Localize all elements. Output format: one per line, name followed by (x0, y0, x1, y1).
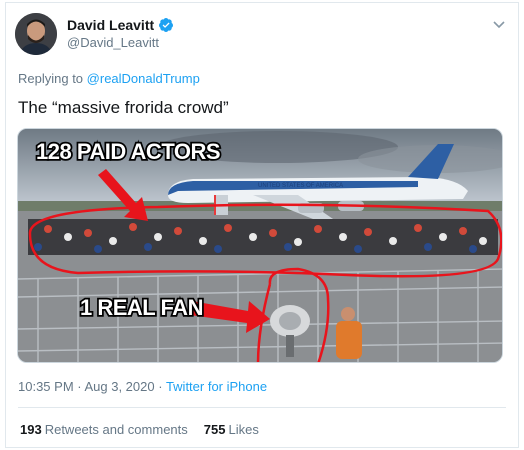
author-handle[interactable]: @David_Leavitt (67, 35, 159, 50)
plane-livery-text: UNITED STATES OF AMERICA (258, 183, 343, 189)
avatar-image (15, 13, 57, 55)
likes-label: Likes (228, 422, 259, 437)
overlay-text-top: 128 PAID ACTORS (36, 139, 220, 164)
tweet-stats: 193 Retweets and comments 755 Likes (20, 422, 259, 437)
media-photo: UNITED STATES OF AMERICA 128 PAID ACTORS… (18, 129, 502, 362)
chevron-down-icon[interactable] (492, 17, 506, 31)
tweet-text: The “massive frorida crowd” (18, 98, 229, 117)
avatar[interactable] (15, 13, 57, 55)
author-display-name[interactable]: David Leavitt (67, 17, 154, 33)
replying-to-link[interactable]: @realDonaldTrump (87, 71, 200, 86)
divider (18, 407, 506, 408)
retweets-label: Retweets and comments (44, 422, 188, 437)
likes-count: 755 (203, 422, 226, 437)
retweets-stat[interactable]: 193 Retweets and comments (20, 422, 188, 437)
tweet-card: David Leavitt @David_Leavitt Replying to… (5, 2, 519, 448)
tweet-timestamp[interactable]: 10:35 PM · Aug 3, 2020 · (18, 379, 163, 394)
overlay-text-bottom: 1 REAL FAN (80, 295, 203, 320)
author-name-row: David Leavitt (67, 17, 174, 33)
tweet-meta: 10:35 PM · Aug 3, 2020 · Twitter for iPh… (18, 379, 267, 394)
tweet-source-link[interactable]: Twitter for iPhone (166, 379, 267, 394)
replying-to-line: Replying to @realDonaldTrump (18, 71, 200, 86)
replying-to-prefix: Replying to (18, 71, 84, 86)
retweets-count: 193 (20, 422, 42, 437)
tweet-media-image[interactable]: UNITED STATES OF AMERICA 128 PAID ACTORS… (17, 128, 503, 363)
crowd (28, 219, 498, 255)
verified-badge-icon (159, 18, 174, 32)
likes-stat[interactable]: 755 Likes (204, 422, 259, 437)
